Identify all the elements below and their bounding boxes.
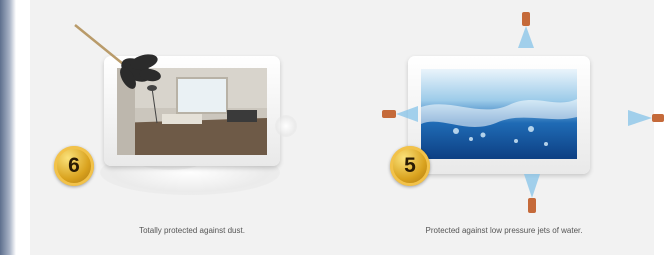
water-caption: Protected against low pressure jets of w… xyxy=(425,226,583,235)
feather-duster-icon xyxy=(74,24,161,89)
water-screen xyxy=(421,69,577,159)
badge-number: 5 xyxy=(404,154,416,177)
sparkle-right xyxy=(275,115,297,137)
dust-caption: Totally protected against dust. xyxy=(139,226,245,235)
water-jet-left-icon xyxy=(382,106,418,122)
left-edge-strip xyxy=(0,0,16,255)
ip-rating-badge-6: 6 xyxy=(54,146,94,186)
water-jet-bottom-icon xyxy=(524,174,540,213)
dust-protection-card: 6 Totally protected against dust. xyxy=(30,0,330,255)
protection-panel: 6 Totally protected against dust. 5 Prot… xyxy=(30,0,664,255)
tablet-device xyxy=(408,56,590,174)
water-image xyxy=(421,69,577,159)
water-protection-card: 5 Protected against low pressure jets of… xyxy=(344,0,664,255)
badge-number: 6 xyxy=(68,154,80,177)
ip-rating-badge-5: 5 xyxy=(390,146,430,186)
water-jet-right-icon xyxy=(628,110,664,126)
water-jet-top-icon xyxy=(518,12,534,48)
